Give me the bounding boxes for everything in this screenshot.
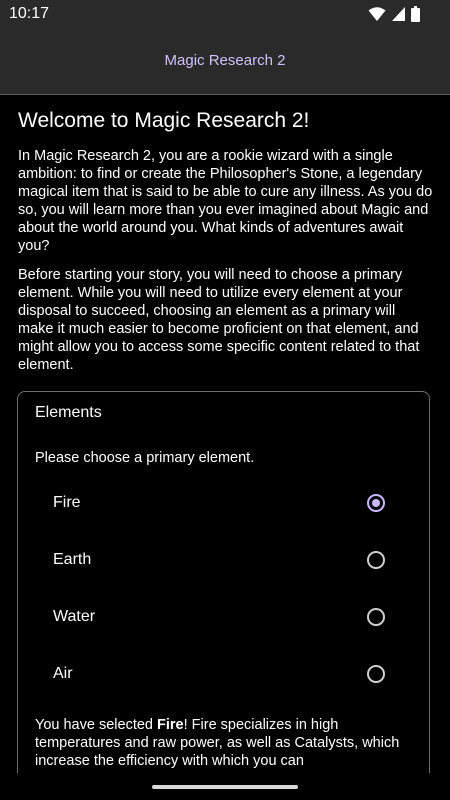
element-option-label: Earth (53, 551, 92, 568)
radio-button-selected[interactable] (367, 494, 385, 512)
battery-icon (411, 6, 420, 22)
elements-card-title: Elements (35, 404, 102, 421)
welcome-title: Welcome to Magic Research 2! (18, 109, 310, 132)
element-option-label: Air (53, 665, 73, 682)
signal-icon (392, 7, 405, 21)
main-content[interactable]: Welcome to Magic Research 2! In Magic Re… (0, 95, 450, 800)
element-option-fire[interactable]: Fire (18, 479, 429, 531)
element-option-label: Water (53, 608, 96, 625)
status-icons (368, 6, 420, 22)
elements-prompt: Please choose a primary element. (35, 450, 255, 466)
element-option-water[interactable]: Water (18, 593, 429, 645)
intro-paragraph: In Magic Research 2, you are a rookie wi… (18, 148, 433, 254)
element-option-label: Fire (53, 494, 81, 511)
status-bar: 10:17 (0, 0, 450, 30)
selection-prefix: You have selected (35, 717, 158, 733)
radio-button[interactable] (367, 551, 385, 569)
status-time: 10:17 (9, 5, 50, 22)
app-title: Magic Research 2 (164, 52, 286, 69)
app-bar: Magic Research 2 (0, 30, 450, 95)
element-info-paragraph: Before starting your story, you will nee… (18, 267, 420, 373)
selection-description: You have selected Fire! Fire specializes… (35, 716, 415, 770)
selection-name: Fire (157, 717, 184, 733)
radio-button[interactable] (367, 608, 385, 626)
element-option-air[interactable]: Air (18, 650, 429, 702)
element-option-earth[interactable]: Earth (18, 536, 429, 588)
home-gesture-handle[interactable] (152, 785, 298, 789)
elements-card: Elements Please choose a primary element… (17, 391, 430, 800)
wifi-icon (368, 7, 386, 21)
radio-button[interactable] (367, 665, 385, 683)
navigation-bar (0, 773, 450, 800)
